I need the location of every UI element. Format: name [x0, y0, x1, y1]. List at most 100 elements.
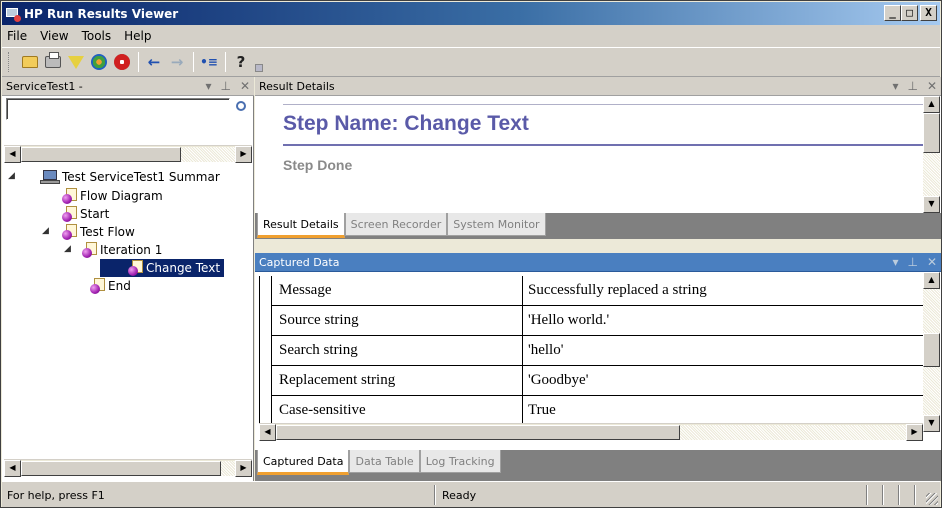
tab-system-monitor[interactable]: System Monitor [447, 213, 546, 236]
step-icon [62, 188, 78, 204]
tree-top-scrollbar[interactable]: ◀ ▶ [4, 145, 252, 163]
captured-data-panel: Message Successfully replaced a string S… [255, 272, 941, 450]
expand-all-button[interactable]: •≡ [198, 51, 220, 73]
close-button[interactable]: X [920, 5, 937, 21]
tree-node-end[interactable]: End [90, 277, 131, 295]
scroll-down-button[interactable]: ▼ [923, 196, 940, 213]
panel-menu-icon[interactable]: ▾ [892, 255, 898, 269]
captured-data-grid: Message Successfully replaced a string S… [259, 276, 923, 424]
step-icon [62, 224, 78, 240]
scroll-up-button[interactable]: ▲ [923, 272, 940, 289]
toolbar-overflow-icon[interactable] [255, 64, 263, 72]
tab-captured-data[interactable]: Captured Data [257, 450, 350, 475]
step-icon [128, 260, 144, 276]
close-icon[interactable]: ✕ [927, 79, 937, 93]
captured-data-vscrollbar[interactable]: ▲ ▼ [923, 272, 940, 432]
scroll-thumb[interactable] [21, 146, 181, 162]
window-title: HP Run Results Viewer [24, 6, 179, 21]
table-row[interactable]: Replacement string 'Goodbye' [260, 366, 923, 396]
divider [283, 144, 923, 146]
tab-data-table[interactable]: Data Table [349, 450, 420, 473]
row-value: 'hello' [528, 342, 564, 358]
tab-result-details[interactable]: Result Details [257, 213, 345, 238]
table-row[interactable]: Message Successfully replaced a string [260, 276, 923, 306]
result-details-tabs: Result Details Screen Recorder System Mo… [255, 213, 941, 239]
step-status: Step Done [283, 157, 353, 173]
status-divider [882, 485, 884, 505]
pin-icon[interactable]: ⊥ [907, 255, 917, 269]
scroll-left-button[interactable]: ◀ [4, 459, 21, 477]
captured-data-title: Captured Data [259, 255, 340, 269]
scroll-down-button[interactable]: ▼ [923, 415, 940, 432]
captured-data-hscrollbar[interactable]: ◀ ▶ [259, 423, 923, 441]
expand-icon[interactable]: ◢ [42, 226, 49, 236]
row-value: 'Hello world.' [528, 312, 610, 328]
table-row[interactable]: Case-sensitive True [260, 396, 923, 424]
result-details-scrollbar[interactable]: ▲ ▼ [923, 96, 940, 213]
search-icon[interactable] [236, 101, 246, 111]
defect-button[interactable] [111, 51, 133, 73]
menu-help[interactable]: Help [124, 29, 151, 43]
title-bar[interactable]: HP Run Results Viewer _ □ X [2, 2, 940, 25]
scroll-right-button[interactable]: ▶ [235, 459, 252, 477]
scroll-left-button[interactable]: ◀ [4, 145, 21, 163]
tree-node-test-flow[interactable]: ◢ Test Flow [42, 223, 135, 241]
tree-node-summary[interactable]: ◢ Test ServiceTest1 Summar [8, 168, 220, 186]
expand-icon[interactable]: ◢ [64, 244, 71, 254]
scroll-thumb[interactable] [21, 460, 221, 476]
computer-icon [40, 169, 60, 185]
menu-view[interactable]: View [40, 29, 68, 43]
printer-icon [45, 52, 61, 68]
step-name-heading: Step Name: Change Text [283, 112, 529, 135]
defect-icon [114, 54, 130, 70]
tree-node-change-text[interactable]: Change Text [100, 259, 224, 277]
row-name: Case-sensitive [273, 396, 523, 424]
scroll-thumb[interactable] [276, 424, 680, 440]
forward-button[interactable]: → [166, 51, 188, 73]
table-row[interactable]: Source string 'Hello world.' [260, 306, 923, 336]
test-tree-header: ServiceTest1 - ▾ ⊥ ✕ [2, 77, 254, 96]
row-name: Source string [273, 306, 523, 336]
tree-search-input[interactable] [6, 98, 230, 120]
tab-log-tracking[interactable]: Log Tracking [419, 450, 501, 473]
help-button[interactable]: ? [230, 51, 252, 73]
results-button[interactable] [88, 51, 110, 73]
maximize-button[interactable]: □ [901, 5, 918, 21]
pin-icon[interactable]: ⊥ [907, 79, 917, 93]
row-name: Search string [273, 336, 523, 366]
close-icon[interactable]: ✕ [927, 255, 937, 269]
tree-bottom-scrollbar[interactable]: ◀ ▶ [4, 459, 252, 477]
table-row[interactable]: Search string 'hello' [260, 336, 923, 366]
tree-node-start[interactable]: Start [62, 205, 109, 223]
toolbar-separator [193, 52, 194, 72]
scroll-left-button[interactable]: ◀ [259, 423, 276, 441]
minimize-button[interactable]: _ [884, 5, 901, 21]
tree-node-flow-diagram[interactable]: Flow Diagram [62, 187, 163, 205]
scroll-right-button[interactable]: ▶ [906, 423, 923, 441]
captured-data-header: Captured Data ▾ ⊥ ✕ [255, 253, 941, 272]
panel-menu-icon[interactable]: ▾ [205, 79, 211, 93]
tab-screen-recorder[interactable]: Screen Recorder [344, 213, 448, 236]
scroll-thumb[interactable] [923, 333, 940, 367]
app-window: HP Run Results Viewer _ □ X File View To… [0, 0, 942, 508]
back-button[interactable]: ← [143, 51, 165, 73]
open-button[interactable] [19, 51, 41, 73]
captured-data-tabs: Captured Data Data Table Log Tracking [255, 450, 941, 481]
scroll-right-button[interactable]: ▶ [235, 145, 252, 163]
expand-icon[interactable]: ◢ [8, 171, 15, 181]
resize-grip[interactable] [926, 493, 938, 505]
panel-menu-icon[interactable]: ▾ [892, 79, 898, 93]
toolbar-grip[interactable] [8, 52, 11, 72]
result-details-panel: Result Details ▾ ⊥ ✕ Step Name: Change T… [255, 77, 941, 213]
tree-node-iteration-1[interactable]: ◢ Iteration 1 [64, 241, 162, 259]
scroll-up-button[interactable]: ▲ [923, 96, 940, 113]
filter-button[interactable] [65, 51, 87, 73]
scroll-thumb[interactable] [923, 113, 940, 153]
toolbar-separator [138, 52, 139, 72]
pin-icon[interactable]: ⊥ [220, 79, 230, 93]
menu-file[interactable]: File [7, 29, 27, 43]
print-button[interactable] [42, 51, 64, 73]
close-icon[interactable]: ✕ [240, 79, 250, 93]
menu-tools[interactable]: Tools [82, 29, 112, 43]
tree-search-row [6, 98, 251, 122]
